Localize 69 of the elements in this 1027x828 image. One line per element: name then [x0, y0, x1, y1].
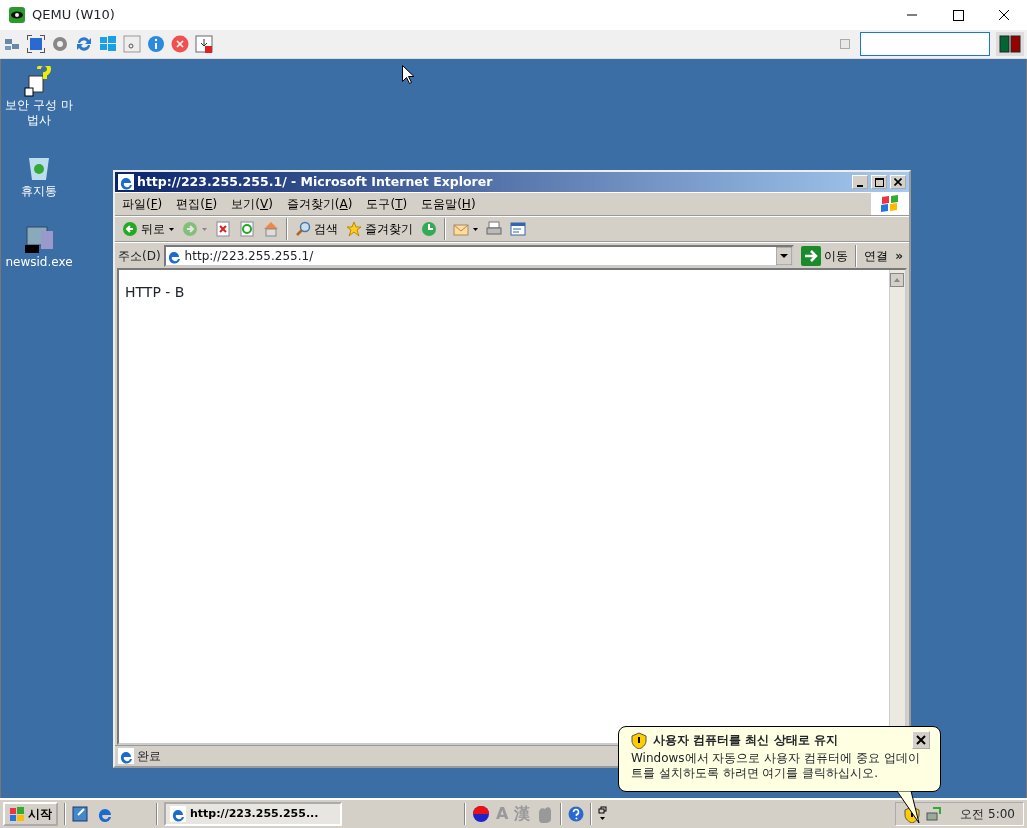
window-title: QEMU (W10) — [32, 6, 115, 25]
balloon-text: Windows에서 자동으로 사용자 컴퓨터에 중요 업데이트를 설치하도록 하려면 여기를 클릭하십시오. — [631, 751, 921, 781]
close-button[interactable] — [890, 175, 906, 189]
info-icon[interactable] — [147, 35, 165, 53]
refresh-icon — [239, 221, 255, 237]
close-icon — [915, 734, 927, 746]
menu-item[interactable]: 보기(V) — [224, 195, 280, 213]
taskbar-button[interactable]: http://223.255.255... — [164, 802, 342, 826]
window-title: http://223.255.255.1/ - Microsoft Internet Explorer — [137, 172, 494, 191]
browser-icon — [118, 174, 134, 190]
eye-icon — [8, 6, 26, 24]
page-text: HTTP - B — [125, 284, 185, 300]
icon-label[interactable]: 휴지통 — [21, 184, 57, 199]
close-button[interactable] — [912, 731, 930, 749]
icon-label[interactable]: 보안 구성 마법사 — [2, 98, 76, 128]
print-icon — [486, 221, 502, 237]
maximize-icon — [874, 177, 884, 187]
menu-item[interactable]: 도구(T) — [359, 195, 415, 213]
balloon-title: 사용자 컴퓨터를 최신 상태로 유지 — [653, 732, 839, 749]
search-icon — [295, 221, 311, 237]
dropdown-arrow-icon[interactable] — [169, 227, 174, 231]
start-button[interactable]: 시작 — [3, 802, 58, 826]
close-icon[interactable] — [171, 35, 189, 53]
dropdown-arrow-icon[interactable] — [776, 246, 793, 265]
shield-icon[interactable] — [904, 805, 921, 823]
field-label: 주소(D) — [118, 247, 161, 265]
favorites-button[interactable]: 즐겨찾기 — [342, 220, 417, 238]
icon-label[interactable]: newsid.exe — [5, 255, 73, 270]
back-button[interactable]: 뒤로 — [118, 220, 169, 238]
favorites-icon — [346, 221, 362, 237]
fullscreen-icon[interactable] — [27, 35, 45, 53]
menu-item[interactable]: 도움말(H) — [414, 195, 483, 213]
notification-balloon[interactable]: 사용자 컴퓨터를 최신 상태로 유지 Windows에서 자동으로 사용자 컴퓨터에 중요 업데이트를 설치하도록 하려면 여기를 클릭하십시오. — [618, 726, 941, 792]
program-icon[interactable] — [23, 223, 55, 255]
status-text: 완료 — [137, 748, 161, 765]
menu-item[interactable]: 즐겨찾기(A) — [279, 195, 360, 213]
restore-menu-icon[interactable] — [598, 806, 609, 822]
refresh-icon[interactable] — [75, 35, 93, 53]
eject-icon[interactable] — [195, 35, 213, 53]
browser-icon — [118, 748, 134, 764]
checkbox-icon[interactable] — [840, 39, 850, 49]
mail-icon — [453, 221, 469, 237]
maximize-button[interactable] — [871, 175, 887, 189]
minimize-button[interactable] — [852, 175, 868, 189]
go-button[interactable]: 이동 — [797, 245, 853, 266]
text-field[interactable] — [860, 32, 990, 56]
more-chevron[interactable]: » — [895, 246, 909, 265]
address-field[interactable]: http://223.255.255.1/ — [163, 244, 795, 267]
history-icon — [421, 221, 437, 237]
desktop-shortcut-icon[interactable] — [72, 805, 90, 823]
browser-icon — [170, 806, 186, 822]
minimize-icon — [857, 184, 863, 187]
help-icon[interactable] — [568, 806, 585, 822]
taegeuk-icon[interactable] — [472, 805, 490, 823]
stop-icon — [215, 221, 231, 237]
dropdown-arrow-icon[interactable] — [473, 227, 478, 231]
scroll-up-icon — [890, 272, 904, 287]
close-icon — [894, 178, 902, 186]
menu-item[interactable]: 편집(E) — [169, 195, 225, 213]
menu-item[interactable]: 파일(F) — [115, 195, 170, 213]
edit-icon — [510, 221, 526, 237]
shield-icon — [631, 731, 647, 749]
mouse-pointer-icon — [402, 65, 414, 84]
links-button[interactable]: 연결 — [860, 246, 893, 265]
windows-logo-icon — [9, 806, 25, 822]
balloon-tail — [897, 791, 921, 825]
search-button[interactable]: 검색 — [291, 220, 342, 238]
home-icon — [263, 221, 279, 237]
windows-icon[interactable] — [99, 35, 117, 53]
